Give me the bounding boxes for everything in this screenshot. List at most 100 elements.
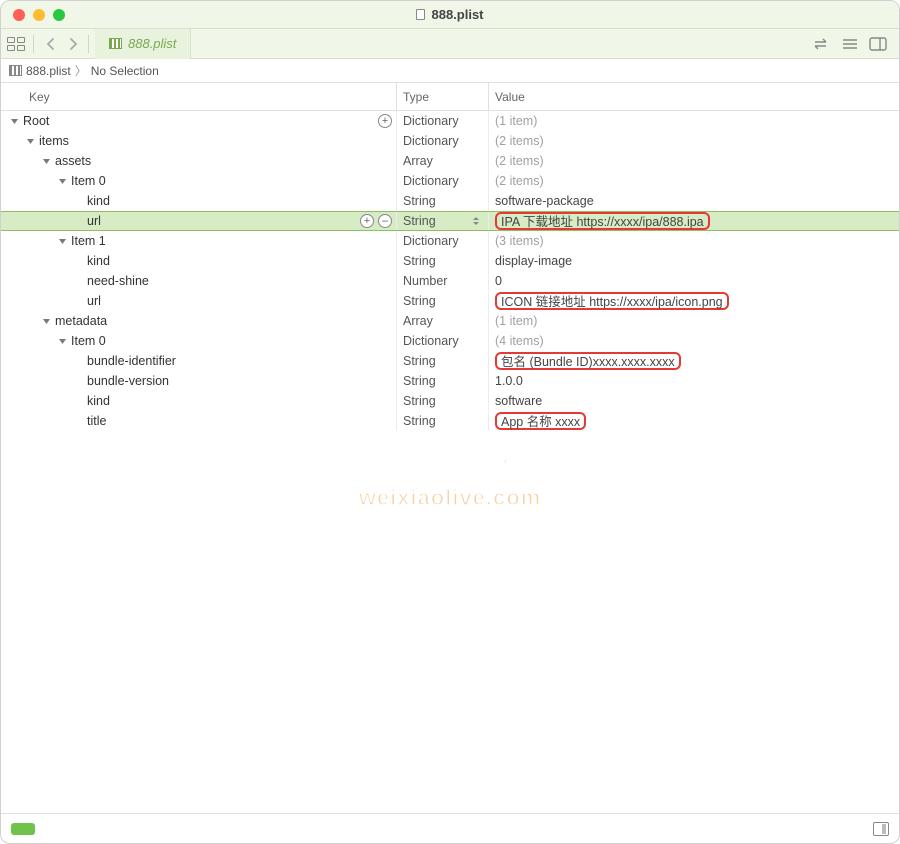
row-value[interactable]: (1 item) [489,311,899,331]
row-value[interactable]: (3 items) [489,231,899,251]
disclosure-triangle-icon[interactable] [41,156,51,166]
row-value[interactable]: (4 items) [489,331,899,351]
close-window-button[interactable] [13,9,25,21]
disclosure-triangle-icon[interactable] [41,316,51,326]
row-value[interactable]: software [489,391,899,411]
chevron-right-icon: 〉 [75,62,87,79]
row-key[interactable]: url [87,294,101,308]
row-type[interactable]: String [397,291,489,311]
row-key[interactable]: kind [87,254,110,268]
watermark-line1: 老吴 建 程 [359,436,542,485]
row-value[interactable]: (2 items) [489,151,899,171]
list-icon[interactable] [841,37,859,51]
editor-window: 888.plist 888.plist [0,0,900,844]
add-row-button[interactable]: + [360,214,374,228]
row-type[interactable]: String [397,391,489,411]
grid-view-icon[interactable] [7,37,25,51]
swap-icon[interactable] [813,37,831,51]
column-header-key[interactable]: Key [1,83,397,110]
row-value[interactable]: App 名称 xxxx [489,411,899,431]
row-key[interactable]: items [39,134,69,148]
row-type[interactable]: String [397,351,489,371]
plist-row[interactable]: assets Array(2 items) [1,151,899,171]
row-value[interactable]: 1.0.0 [489,371,899,391]
row-key[interactable]: metadata [55,314,107,328]
row-key[interactable]: bundle-identifier [87,354,176,368]
row-type[interactable]: Dictionary [397,231,489,251]
row-type[interactable]: Number [397,271,489,291]
row-key[interactable]: title [87,414,106,428]
watermark-line2: weixiaolive.com [359,485,542,511]
row-value[interactable]: software-package [489,191,899,211]
row-key[interactable]: bundle-version [87,374,169,388]
row-value[interactable]: IPA 下载地址 https://xxxx/ipa/888.ipa [489,212,899,230]
plist-row[interactable]: Item 0 Dictionary(2 items) [1,171,899,191]
type-stepper-icon[interactable] [472,213,484,229]
column-header-value[interactable]: Value [489,83,899,110]
disclosure-triangle-icon[interactable] [57,176,67,186]
plist-row[interactable]: kind Stringdisplay-image [1,251,899,271]
row-type[interactable]: Dictionary [397,331,489,351]
plist-row[interactable]: metadata Array(1 item) [1,311,899,331]
remove-row-button[interactable]: – [378,214,392,228]
document-icon [416,9,425,20]
divider [33,35,34,53]
add-row-button[interactable]: + [378,114,392,128]
row-value[interactable]: (1 item) [489,111,899,131]
row-key[interactable]: need-shine [87,274,149,288]
plist-row[interactable]: bundle-identifier String包名 (Bundle ID)xxx… [1,351,899,371]
plist-row[interactable]: title StringApp 名称 xxxx [1,411,899,431]
row-key[interactable]: url [87,214,101,228]
row-type[interactable]: Array [397,311,489,331]
sidebar-toggle-icon[interactable] [873,822,889,836]
row-key[interactable]: Item 0 [71,334,106,348]
row-type[interactable]: String [397,371,489,391]
plist-row[interactable]: Item 0 Dictionary(4 items) [1,331,899,351]
nav-back-button[interactable] [42,37,60,51]
row-value[interactable]: 包名 (Bundle ID)xxxx.xxxx.xxxx [489,351,899,371]
row-type[interactable]: Dictionary [397,171,489,191]
plist-row[interactable]: bundle-version String1.0.0 [1,371,899,391]
plist-row[interactable]: items Dictionary(2 items) [1,131,899,151]
breadcrumb: 888.plist 〉 No Selection [1,59,899,83]
disclosure-triangle-icon[interactable] [57,236,67,246]
minimize-window-button[interactable] [33,9,45,21]
row-key[interactable]: Root [23,114,49,128]
row-type[interactable]: String [397,212,489,230]
row-key[interactable]: assets [55,154,91,168]
row-value[interactable]: 0 [489,271,899,291]
tab-label: 888.plist [128,36,176,51]
row-type[interactable]: String [397,411,489,431]
file-tab[interactable]: 888.plist [95,29,191,59]
row-key[interactable]: Item 0 [71,174,106,188]
zoom-window-button[interactable] [53,9,65,21]
nav-forward-button[interactable] [64,37,82,51]
row-value[interactable]: ICON 链接地址 https://xxxx/ipa/icon.png [489,291,899,311]
breadcrumb-selection: No Selection [91,64,159,78]
disclosure-triangle-icon[interactable] [9,116,19,126]
row-key[interactable]: Item 1 [71,234,106,248]
plist-row[interactable]: Item 1 Dictionary(3 items) [1,231,899,251]
row-type[interactable]: String [397,251,489,271]
plist-row[interactable]: need-shine Number0 [1,271,899,291]
row-type[interactable]: Array [397,151,489,171]
breadcrumb-file[interactable]: 888.plist [26,64,71,78]
column-header-type[interactable]: Type [397,83,489,110]
disclosure-triangle-icon[interactable] [25,136,35,146]
disclosure-triangle-icon[interactable] [57,336,67,346]
plist-row[interactable]: Root + Dictionary(1 item) [1,111,899,131]
status-bar [1,813,899,843]
row-value[interactable]: (2 items) [489,131,899,151]
row-type[interactable]: Dictionary [397,131,489,151]
row-key[interactable]: kind [87,394,110,408]
plist-row[interactable]: url StringICON 链接地址 https://xxxx/ipa/icon… [1,291,899,311]
plist-row[interactable]: url +–StringIPA 下载地址 https://xxxx/ipa/888… [1,211,899,231]
row-key[interactable]: kind [87,194,110,208]
plist-row[interactable]: kind Stringsoftware-package [1,191,899,211]
row-value[interactable]: (2 items) [489,171,899,191]
plist-row[interactable]: kind Stringsoftware [1,391,899,411]
row-type[interactable]: String [397,191,489,211]
panel-icon[interactable] [869,37,887,51]
row-type[interactable]: Dictionary [397,111,489,131]
row-value[interactable]: display-image [489,251,899,271]
